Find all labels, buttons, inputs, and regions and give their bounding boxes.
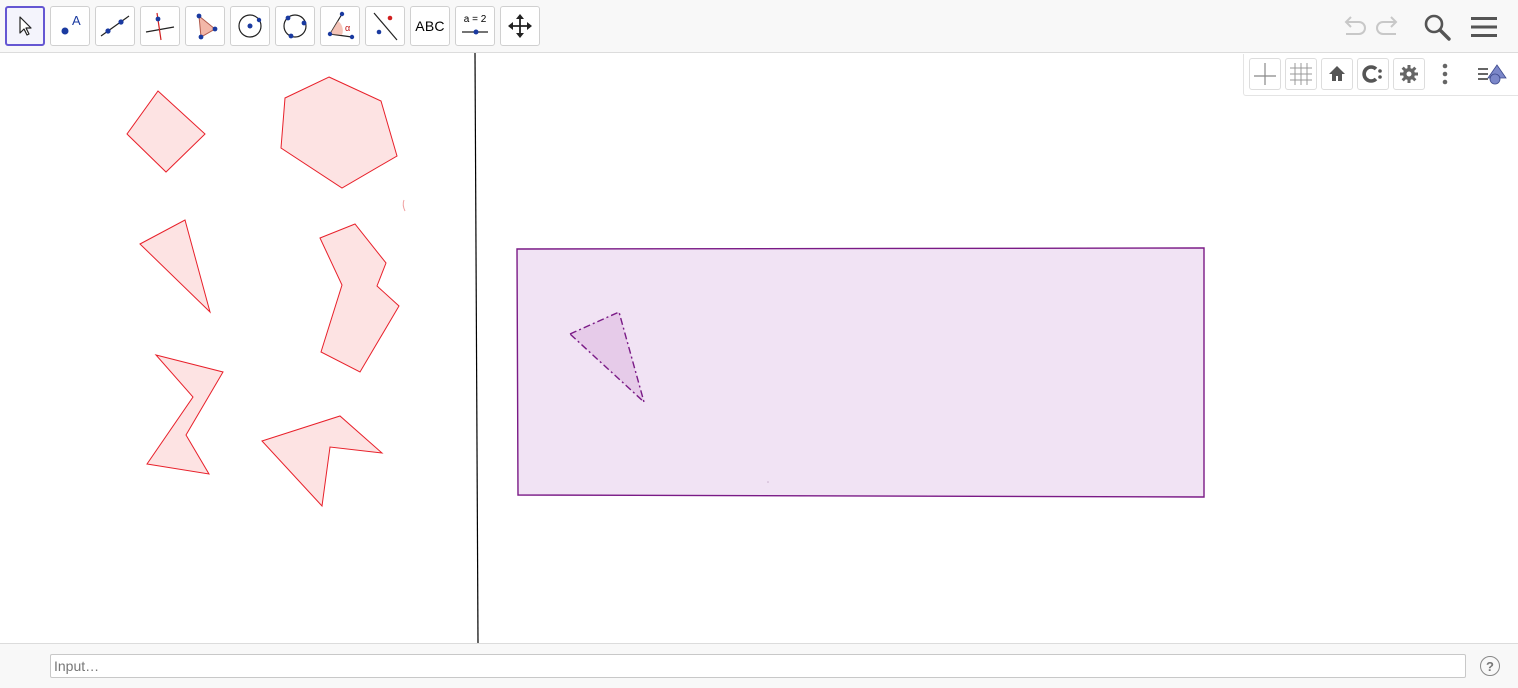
move-graphics-tool-button[interactable] (500, 6, 540, 46)
reflect-line-icon (373, 12, 398, 41)
red-triangle[interactable] (139, 219, 211, 314)
circle-center-icon (238, 14, 262, 38)
algebra-input-field[interactable] (50, 654, 1466, 678)
line-through-points-icon (100, 15, 130, 37)
graphics-style-bar (1243, 54, 1518, 96)
angle-tool-button[interactable]: α (320, 6, 360, 46)
small-red-arc (402, 199, 406, 212)
slider-tool-button[interactable]: a = 2 (455, 6, 495, 46)
toggle-axes-button[interactable] (1249, 58, 1281, 90)
undo-icon (1344, 16, 1366, 35)
reflect-line-tool-button[interactable] (365, 6, 405, 46)
circle-center-point-tool-button[interactable] (230, 6, 270, 46)
settings-gear-icon (1400, 65, 1418, 83)
search-icon (1424, 14, 1451, 41)
geogebra-app: A α ABC a = 2 Input… ? (0, 0, 1518, 688)
main-menu-button[interactable] (1467, 10, 1501, 44)
point-a-icon: A (61, 13, 81, 35)
angle-icon: α (327, 11, 355, 40)
axes-icon (1254, 63, 1276, 85)
red-hexagon[interactable] (280, 76, 398, 189)
redo-button[interactable] (1372, 10, 1406, 44)
line-tool-button[interactable] (95, 6, 135, 46)
grid-icon (1290, 63, 1312, 85)
point-capturing-icon (1362, 65, 1382, 83)
cursor-arrow-icon (19, 16, 32, 36)
slider-icon: a = 2 (462, 14, 488, 35)
text-tool-label: ABC (415, 18, 445, 34)
graphics-view-toggle-icon (1478, 64, 1507, 85)
slider-tool-label: a = 2 (464, 14, 487, 25)
perpendicular-line-tool-button[interactable] (140, 6, 180, 46)
standard-view-button[interactable] (1321, 58, 1353, 90)
graphics-view[interactable] (0, 53, 1518, 643)
help-label: ? (1486, 658, 1494, 674)
angle-tool-alpha: α (345, 23, 350, 33)
main-toolbar: A α ABC a = 2 (0, 0, 1518, 53)
red-quadrilateral[interactable] (126, 90, 206, 173)
point-tool-button[interactable]: A (50, 6, 90, 46)
circle-three-points-icon (283, 14, 307, 39)
help-icon[interactable]: ? (1480, 656, 1500, 676)
search-button[interactable] (1420, 10, 1454, 44)
vertical-divider-line[interactable] (474, 53, 479, 643)
red-zigzag-polygon[interactable] (319, 223, 400, 373)
polygon-tool-button[interactable] (185, 6, 225, 46)
toggle-grid-button[interactable] (1285, 58, 1317, 90)
red-arrowhead-polygon[interactable] (261, 415, 384, 508)
text-tool-button[interactable]: ABC (410, 6, 450, 46)
move-graphics-icon (508, 14, 532, 38)
circle-three-points-tool-button[interactable] (275, 6, 315, 46)
redo-icon (1376, 16, 1398, 35)
tiny-dot (767, 481, 769, 483)
point-capturing-button[interactable] (1357, 58, 1389, 90)
home-icon (1329, 66, 1345, 81)
move-tool-button[interactable] (5, 6, 45, 46)
red-lightning-polygon[interactable] (146, 354, 224, 475)
more-vertical-icon (1442, 63, 1448, 85)
undo-button[interactable] (1336, 10, 1370, 44)
point-tool-letter: A (72, 13, 81, 28)
graphics-view-toggle-button[interactable] (1476, 58, 1508, 90)
algebra-input-bar: ? (0, 643, 1518, 688)
polygon-icon (196, 13, 218, 40)
hamburger-menu-icon (1471, 17, 1497, 37)
perpendicular-line-icon (145, 12, 175, 41)
graphics-settings-button[interactable] (1393, 58, 1425, 90)
more-options-button[interactable] (1429, 58, 1461, 90)
